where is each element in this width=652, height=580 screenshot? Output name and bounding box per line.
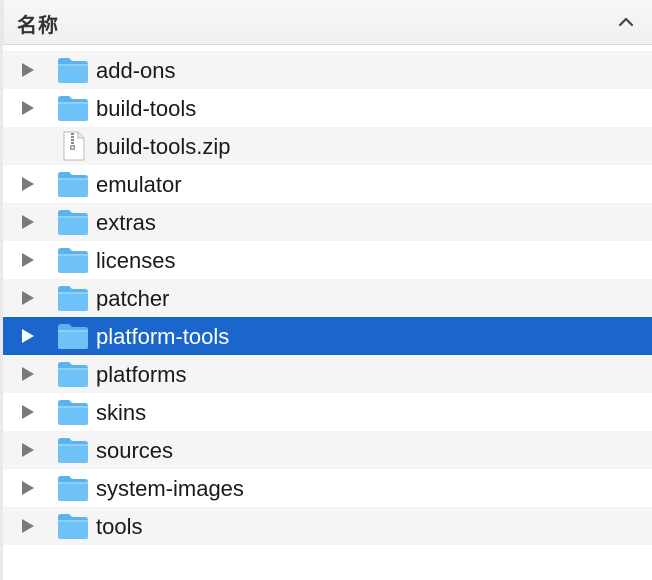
file-row-emulator[interactable]: emulator (3, 165, 652, 203)
file-name: platforms (96, 362, 187, 387)
file-row-extras[interactable]: extras (3, 203, 652, 241)
file-row-licenses[interactable]: licenses (3, 241, 652, 279)
disclosure-triangle-icon[interactable] (19, 328, 35, 344)
disclosure-triangle-icon[interactable] (19, 176, 35, 192)
file-row-build-tools[interactable]: build-tools (3, 89, 652, 127)
file-row-add-ons[interactable]: add-ons (3, 51, 652, 89)
file-name: build-tools (96, 96, 197, 121)
file-row-tools[interactable]: tools (3, 507, 652, 545)
finder-list-view: 名称 add-ons build-tools build-tools.zip emul… (0, 0, 652, 580)
chevron-up-icon[interactable] (618, 14, 634, 30)
folder-icon (58, 476, 88, 501)
file-name: emulator (96, 172, 182, 197)
file-name: build-tools.zip (96, 134, 231, 159)
file-row-build-tools-zip[interactable]: build-tools.zip (3, 127, 652, 165)
folder-icon (58, 286, 88, 311)
file-row-platforms[interactable]: platforms (3, 355, 652, 393)
disclosure-triangle-icon[interactable] (19, 62, 35, 78)
folder-icon (58, 362, 88, 387)
disclosure-triangle-icon[interactable] (19, 442, 35, 458)
disclosure-triangle-icon[interactable] (19, 252, 35, 268)
list-empty-area[interactable] (3, 545, 652, 580)
disclosure-triangle-icon[interactable] (19, 518, 35, 534)
file-name: skins (96, 400, 147, 425)
folder-icon (58, 96, 88, 121)
file-name: tools (96, 514, 143, 539)
folder-icon (58, 400, 88, 425)
zip-file-icon (63, 131, 85, 161)
folder-icon (58, 514, 88, 539)
file-row-skins[interactable]: skins (3, 393, 652, 431)
disclosure-triangle-icon[interactable] (19, 290, 35, 306)
disclosure-triangle-icon[interactable] (19, 214, 35, 230)
name-column-header[interactable]: 名称 (3, 0, 652, 45)
folder-icon (58, 248, 88, 273)
disclosure-triangle-icon[interactable] (19, 100, 35, 116)
file-list: add-ons build-tools build-tools.zip emulato… (3, 51, 652, 545)
disclosure-triangle-icon[interactable] (19, 480, 35, 496)
file-name: platform-tools (96, 324, 230, 349)
file-name: sources (96, 438, 174, 463)
folder-icon (58, 58, 88, 83)
folder-icon (58, 438, 88, 463)
disclosure-triangle-icon[interactable] (19, 366, 35, 382)
file-name: add-ons (96, 58, 176, 83)
disclosure-triangle-icon[interactable] (19, 404, 35, 420)
file-row-platform-tools[interactable]: platform-tools (3, 317, 652, 355)
folder-icon (58, 172, 88, 197)
file-row-patcher[interactable]: patcher (3, 279, 652, 317)
name-column-label: 名称 (17, 13, 59, 37)
folder-icon (58, 210, 88, 235)
file-name: licenses (96, 248, 176, 273)
file-name: extras (96, 210, 156, 235)
file-name: patcher (96, 286, 170, 311)
folder-icon (58, 324, 88, 349)
file-name: system-images (96, 476, 244, 501)
file-row-sources[interactable]: sources (3, 431, 652, 469)
file-row-system-images[interactable]: system-images (3, 469, 652, 507)
